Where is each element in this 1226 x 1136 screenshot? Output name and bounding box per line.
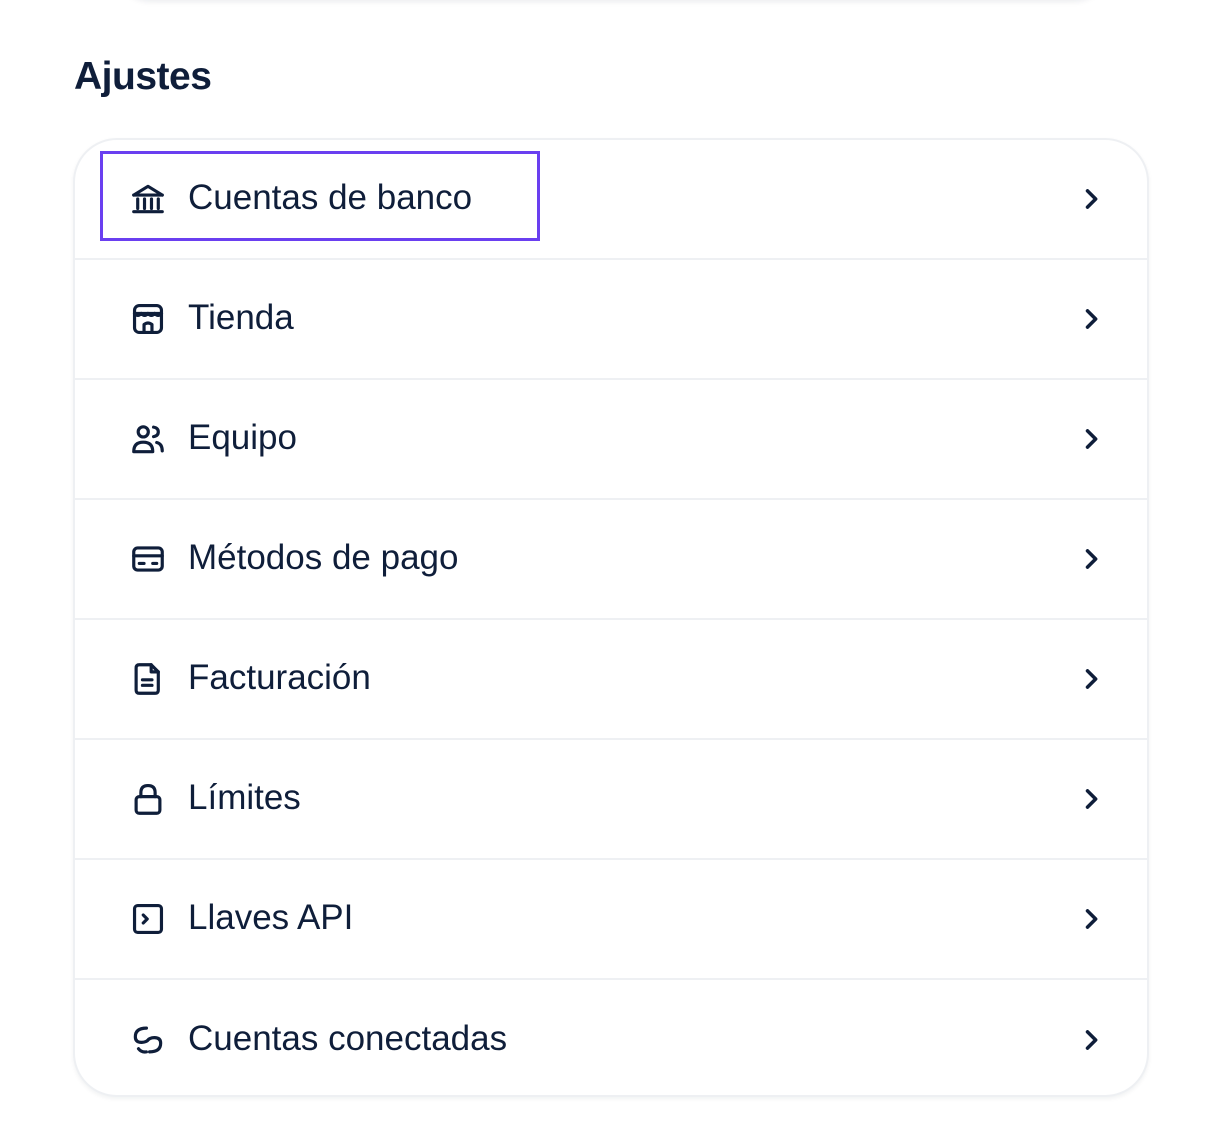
settings-item-label: Cuentas de banco	[188, 178, 473, 218]
chevron-right-icon	[1077, 185, 1105, 213]
chevron-right-icon	[1077, 785, 1105, 813]
settings-item-billing[interactable]: Facturación	[75, 620, 1147, 740]
settings-item-label: Equipo	[188, 418, 297, 458]
settings-item-connected-accounts[interactable]: Cuentas conectadas	[75, 980, 1147, 1095]
chevron-right-icon	[1077, 305, 1105, 333]
settings-item-bank-accounts[interactable]: Cuentas de banco	[75, 140, 1147, 260]
settings-item-label: Cuentas conectadas	[188, 1019, 508, 1059]
settings-item-label: Límites	[188, 778, 301, 818]
settings-item-label: Llaves API	[188, 898, 354, 938]
settings-item-team[interactable]: Equipo	[75, 380, 1147, 500]
credit-card-icon	[129, 540, 167, 578]
settings-item-label: Tienda	[188, 298, 294, 338]
settings-item-store[interactable]: Tienda	[75, 260, 1147, 380]
terminal-icon	[129, 900, 167, 938]
chevron-right-icon	[1077, 905, 1105, 933]
chevron-right-icon	[1077, 425, 1105, 453]
settings-list: Cuentas de banco Tienda Equipo Métodos d…	[73, 138, 1149, 1097]
bank-icon	[129, 180, 167, 218]
settings-item-label: Métodos de pago	[188, 538, 459, 578]
chevron-right-icon	[1077, 545, 1105, 573]
users-icon	[129, 420, 167, 458]
settings-item-limits[interactable]: Límites	[75, 740, 1147, 860]
lock-icon	[129, 780, 167, 818]
store-icon	[129, 300, 167, 338]
settings-item-label: Facturación	[188, 658, 371, 698]
link-icon	[129, 1021, 167, 1059]
settings-item-payment-methods[interactable]: Métodos de pago	[75, 500, 1147, 620]
document-icon	[129, 660, 167, 698]
chevron-right-icon	[1077, 1026, 1105, 1054]
chevron-right-icon	[1077, 665, 1105, 693]
settings-item-api-keys[interactable]: Llaves API	[75, 860, 1147, 980]
section-title: Ajustes	[74, 55, 212, 98]
